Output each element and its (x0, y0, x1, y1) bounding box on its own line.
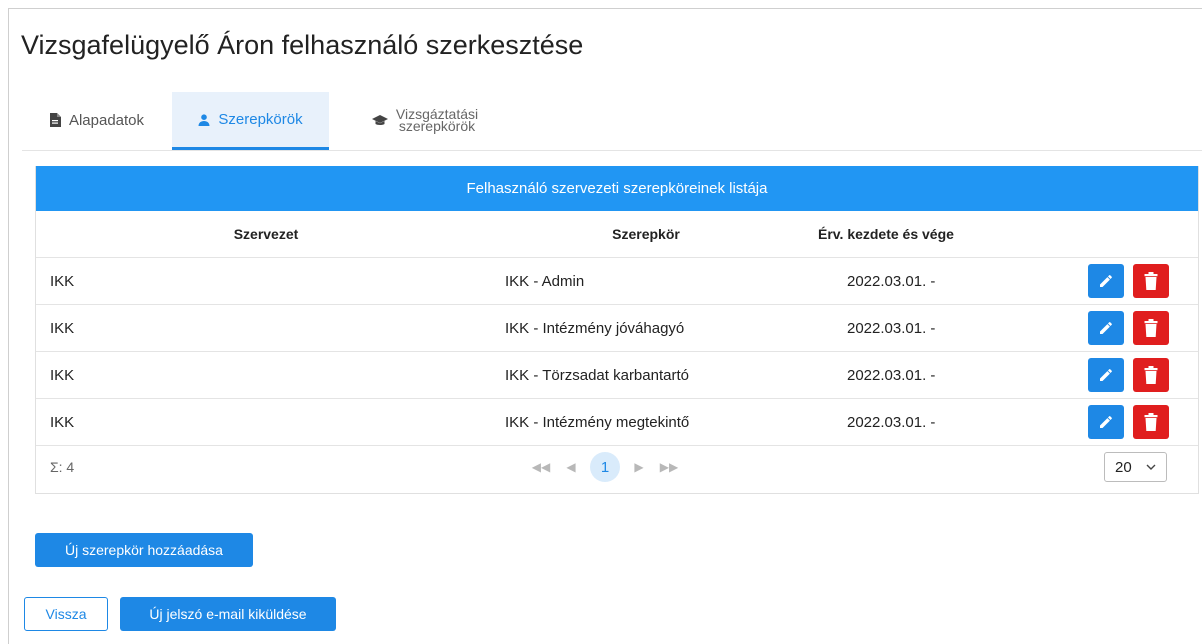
cell-validity: 2022.03.01. - (847, 319, 936, 337)
table-header: Szervezet Szerepkör Érv. kezdete és vége (36, 211, 1198, 258)
row-count: Σ: 4 (50, 459, 75, 475)
graduation-cap-icon (371, 114, 388, 126)
delete-button[interactable] (1133, 358, 1169, 392)
page-size-select[interactable]: 20 (1104, 452, 1167, 482)
column-header-validity[interactable]: Érv. kezdete és vége (796, 211, 1108, 257)
delete-button[interactable] (1133, 405, 1169, 439)
last-page-button[interactable]: ▶▶ (654, 452, 684, 482)
table-row: IKK IKK - Intézmény jóváhagyó 2022.03.01… (36, 305, 1198, 352)
cell-validity: 2022.03.01. - (847, 413, 936, 431)
page-title: Vizsgafelügyelő Áron felhasználó szerkes… (21, 30, 584, 60)
add-role-button[interactable]: Új szerepkör hozzáadása (35, 533, 253, 567)
tab-alapadatok[interactable]: Alapadatok (22, 92, 171, 148)
cell-org: IKK (50, 413, 75, 431)
cell-role: IKK - Intézmény megtekintő (505, 413, 690, 431)
column-header-role[interactable]: Szerepkör (496, 211, 796, 257)
edit-button[interactable] (1088, 358, 1124, 392)
chevron-down-icon (1146, 464, 1156, 470)
tab-label: Szerepkörök (218, 111, 303, 128)
user-icon (198, 113, 210, 126)
tab-szerepkorok[interactable]: Szerepkörök (172, 92, 329, 150)
paginator: ◀◀ ◀ 1 ▶ ▶▶ (526, 442, 684, 492)
cell-role: IKK - Intézmény jóváhagyó (505, 319, 685, 337)
table-row: IKK IKK - Törzsadat karbantartó 2022.03.… (36, 352, 1198, 399)
send-new-password-button[interactable]: Új jelszó e-mail kiküldése (120, 597, 336, 631)
table-row: IKK IKK - Admin 2022.03.01. - (36, 258, 1198, 305)
table-footer: Σ: 4 ◀◀ ◀ 1 ▶ ▶▶ 20 (36, 442, 1198, 492)
first-page-button[interactable]: ◀◀ (526, 452, 556, 482)
cell-org: IKK (50, 366, 75, 384)
table-row: IKK IKK - Intézmény megtekintő 2022.03.0… (36, 399, 1198, 446)
cell-role: IKK - Törzsadat karbantartó (505, 366, 689, 384)
edit-button[interactable] (1088, 311, 1124, 345)
document-icon (49, 113, 61, 127)
tab-label: Alapadatok (68, 111, 145, 129)
page-size-value: 20 (1115, 458, 1132, 476)
cell-validity: 2022.03.01. - (847, 366, 936, 384)
pencil-icon (1100, 322, 1112, 334)
pencil-icon (1100, 416, 1112, 428)
prev-page-button[interactable]: ◀ (556, 452, 586, 482)
table-body: IKK IKK - Admin 2022.03.01. - IKK IKK - … (36, 258, 1198, 446)
page-1-button[interactable]: 1 (590, 452, 620, 482)
table-title: Felhasználó szervezeti szerepköreinek li… (36, 166, 1198, 211)
roles-table: Felhasználó szervezeti szerepköreinek li… (35, 166, 1199, 494)
edit-button[interactable] (1088, 405, 1124, 439)
cell-role: IKK - Admin (505, 272, 585, 290)
column-header-org[interactable]: Szervezet (36, 211, 496, 257)
cell-org: IKK (50, 319, 75, 337)
pencil-icon (1100, 369, 1112, 381)
tab-vizsgaztatasi-szerepkorok[interactable]: Vizsgáztatási szerepkörök (340, 92, 510, 148)
pencil-icon (1100, 275, 1112, 287)
tab-label: Vizsgáztatási szerepkörök (395, 106, 479, 134)
trash-icon (1144, 366, 1158, 384)
delete-button[interactable] (1133, 311, 1169, 345)
cell-org: IKK (50, 272, 75, 290)
tab-bar: Alapadatok Szerepkörök Vizsgáztatási sze… (22, 92, 1202, 151)
edit-button[interactable] (1088, 264, 1124, 298)
trash-icon (1144, 413, 1158, 431)
back-button[interactable]: Vissza (24, 597, 108, 631)
cell-validity: 2022.03.01. - (847, 272, 936, 290)
trash-icon (1144, 319, 1158, 337)
delete-button[interactable] (1133, 264, 1169, 298)
next-page-button[interactable]: ▶ (624, 452, 654, 482)
trash-icon (1144, 272, 1158, 290)
